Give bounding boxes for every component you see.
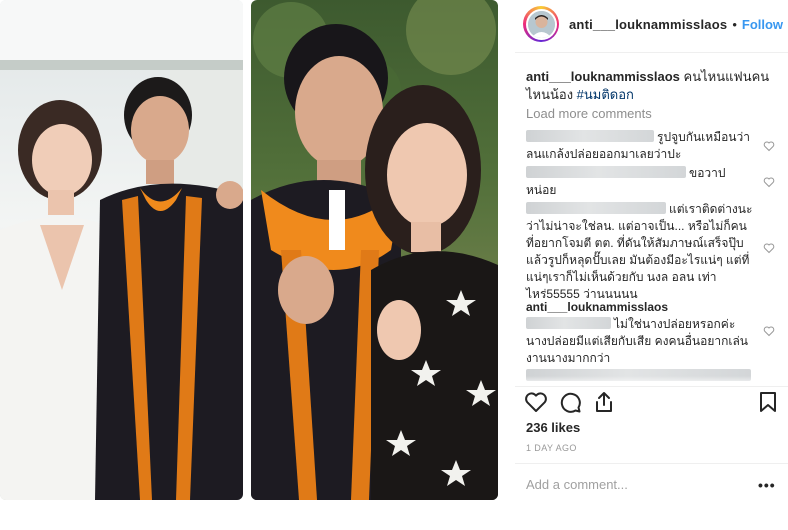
heart-icon[interactable] [763,242,775,254]
comments-fade [515,376,788,386]
comment-username[interactable]: anti___louknammisslaos [526,300,668,314]
avatar-image [527,10,555,38]
comment-icon[interactable] [558,390,582,414]
comment-item: anti___louknammisslaos ไม่ใช่นางปล่อยหรอ… [526,299,754,367]
avatar[interactable] [523,6,559,42]
divider [515,386,788,387]
post-username[interactable]: anti___louknammisslaos [569,17,727,32]
follow-button[interactable]: Follow [742,17,783,32]
header-separator: • [732,16,737,32]
share-icon[interactable] [592,390,616,414]
more-options-icon[interactable]: ••• [758,477,776,493]
post-date: 1 DAY AGO [526,443,577,453]
comment-item: รูปจูบกันเหมือนว่าลนแกล้งปล่อยออกมาเลยว่… [526,129,754,163]
post-photo-left [0,0,243,500]
redacted-username [526,317,611,329]
comment-item: ขอวาปหน่อย [526,165,754,199]
post-header: anti___louknammisslaos • Follow [523,6,783,42]
post-side-panel: anti___louknammisslaos • Follow anti___l… [515,0,788,530]
post-image[interactable] [0,0,500,500]
load-more-comments-button[interactable]: Load more comments [526,106,652,121]
heart-icon[interactable] [763,325,775,337]
heart-icon[interactable] [763,176,775,188]
divider [515,52,788,53]
comment-item: แต่เราติดต่างนะว่าไม่น่าจะใช่ลน. แต่อาจเ… [526,201,754,303]
divider [515,463,788,464]
bookmark-icon[interactable] [756,390,780,414]
comment-text: แต่เราติดต่างนะว่าไม่น่าจะใช่ลน. แต่อาจเ… [526,202,753,301]
post-actions [524,390,780,416]
post-photo-right [251,0,498,500]
likes-count[interactable]: 236 likes [526,420,580,435]
heart-icon[interactable] [763,140,775,152]
post-caption: anti___louknammisslaos คนไหนแฟนคนไหนน้อง… [526,68,776,104]
add-comment-input[interactable]: Add a comment... [526,477,628,492]
caption-username[interactable]: anti___louknammisslaos [526,69,680,84]
redacted-username [526,166,686,178]
redacted-username [526,130,654,142]
redacted-username [526,202,666,214]
caption-hashtag[interactable]: #นมติดอก [577,87,634,102]
heart-icon[interactable] [524,390,548,414]
